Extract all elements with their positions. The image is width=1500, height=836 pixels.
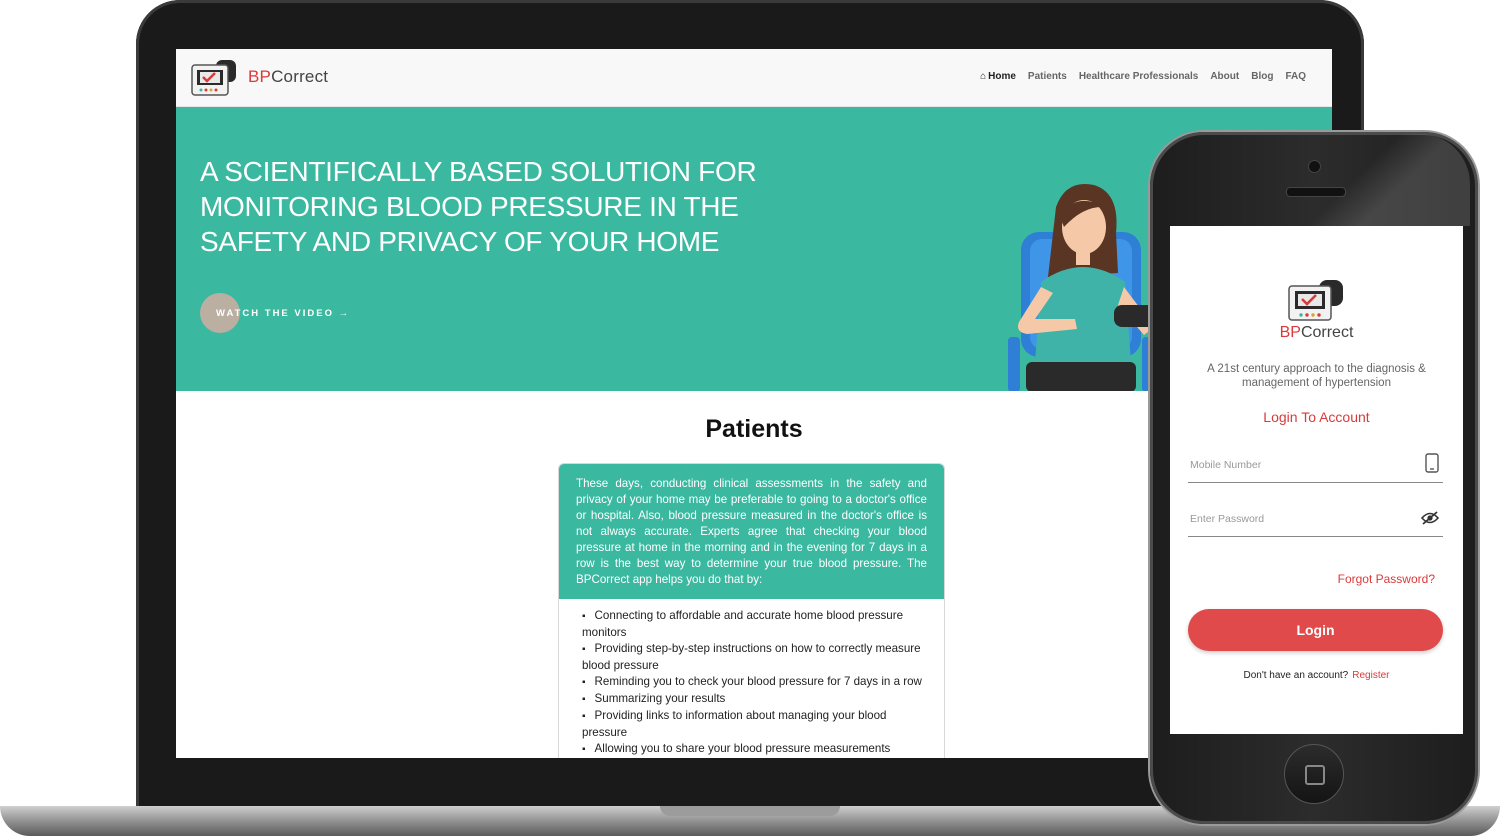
home-button-square-icon: [1305, 765, 1325, 785]
card-intro: These days, conducting clinical assessme…: [559, 464, 944, 599]
password-input[interactable]: [1188, 512, 1412, 526]
no-account-text: Don't have an account?: [1243, 670, 1349, 681]
main-nav: ⌂ Home Patients Healthcare Professionals …: [980, 71, 1306, 82]
benefits-list: Connecting to affordable and accurate ho…: [559, 599, 944, 758]
forgot-password-link[interactable]: Forgot Password?: [1338, 572, 1435, 586]
register-row: Don't have an account? Register: [1170, 670, 1463, 681]
patients-info-card: These days, conducting clinical assessme…: [558, 463, 945, 758]
login-button[interactable]: Login: [1188, 609, 1443, 651]
arrow-right-icon: →: [338, 308, 351, 319]
bp-monitor-logo-icon: [191, 60, 236, 96]
phone-home-button[interactable]: [1284, 744, 1344, 804]
register-link[interactable]: Register: [1352, 670, 1389, 681]
site-logo[interactable]: BPCorrect: [190, 57, 328, 97]
brand-prefix: BP: [248, 67, 272, 86]
app-brand-name: BPCorrect: [1170, 324, 1463, 342]
login-title: Login To Account: [1263, 409, 1370, 425]
app-brand-suffix: Correct: [1300, 324, 1354, 341]
list-item: Providing links to information about man…: [582, 708, 924, 741]
hero-title: A SCIENTIFICALLY BASED SOLUTION FOR MONI…: [200, 156, 757, 257]
app-login-screen: BPCorrect A 21st century approach to the…: [1170, 226, 1463, 734]
mobile-number-field: [1188, 444, 1443, 483]
list-item: Summarizing your results: [582, 691, 924, 708]
nav-patients[interactable]: Patients: [1028, 71, 1067, 82]
home-icon: ⌂: [980, 71, 987, 82]
watch-video-button[interactable]: WATCH THE VIDEO →: [200, 293, 380, 333]
nav-blog[interactable]: Blog: [1251, 71, 1273, 82]
brand-suffix: Correct: [271, 67, 329, 86]
earpiece-speaker: [1286, 187, 1346, 197]
list-item: Connecting to affordable and accurate ho…: [582, 608, 924, 641]
woman-illustration: [1008, 183, 1156, 391]
front-camera: [1308, 160, 1321, 173]
list-item: Allowing you to share your blood pressur…: [582, 741, 924, 758]
eye-slash-icon[interactable]: [1421, 510, 1439, 526]
nav-healthcare-professionals[interactable]: Healthcare Professionals: [1079, 71, 1199, 82]
mobile-phone-icon: [1425, 453, 1439, 473]
laptop-notch: [660, 806, 840, 816]
nav-home-label: Home: [988, 71, 1016, 82]
list-item: Providing step-by-step instructions on h…: [582, 641, 924, 674]
app-tagline: A 21st century approach to the diagnosis…: [1207, 363, 1426, 389]
brand-name: BPCorrect: [248, 67, 328, 87]
navbar: BPCorrect ⌂ Home Patients Healthcare Prof…: [176, 49, 1332, 107]
watch-video-label: WATCH THE VIDEO →: [216, 308, 350, 319]
nav-about[interactable]: About: [1210, 71, 1239, 82]
nav-faq[interactable]: FAQ: [1285, 71, 1306, 82]
watch-video-text: WATCH THE VIDEO: [216, 308, 334, 319]
list-item: Reminding you to check your blood pressu…: [582, 674, 924, 691]
app-brand-prefix: BP: [1279, 324, 1301, 341]
password-field: [1188, 498, 1443, 537]
nav-home[interactable]: ⌂ Home: [980, 71, 1016, 82]
mobile-number-input[interactable]: [1188, 458, 1412, 472]
bp-monitor-logo-icon: [1288, 280, 1343, 321]
